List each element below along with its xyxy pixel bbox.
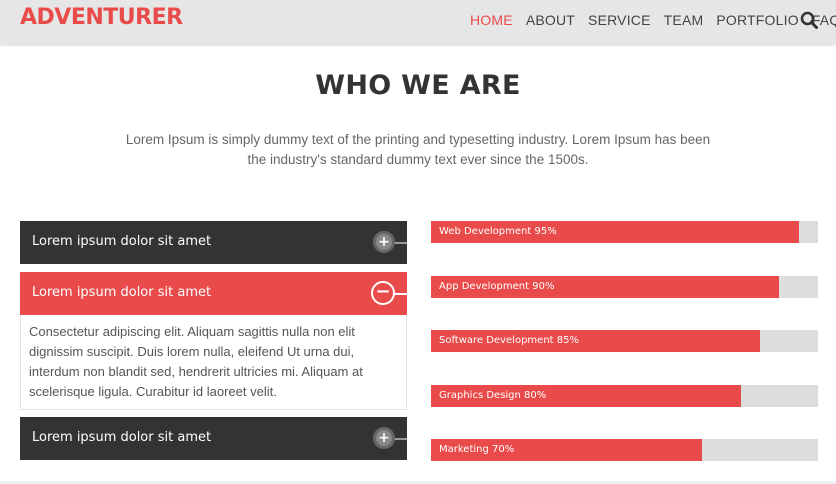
expand-icon[interactable]: + — [373, 231, 395, 253]
accordion-header-1[interactable]: Lorem ipsum dolor sit amet + — [20, 221, 407, 264]
accordion-title: Lorem ipsum dolor sit amet — [32, 430, 212, 445]
nav-item-team[interactable]: TEAM — [664, 12, 704, 28]
accordion-title: Lorem ipsum dolor sit amet — [32, 234, 212, 249]
skill-label: Web Development 95% — [439, 226, 557, 237]
accordion-header-2[interactable]: Lorem ipsum dolor sit amet − — [20, 272, 407, 315]
search-icon[interactable] — [800, 11, 818, 29]
section-intro: Lorem Ipsum is simply dummy text of the … — [125, 132, 711, 167]
site-header: ADVENTURER HOME ABOUT SERVICE TEAM PORTF… — [0, 0, 836, 44]
nav-item-portfolio[interactable]: PORTFOLIO — [716, 12, 798, 28]
skill-label: Graphics Design 80% — [439, 390, 547, 401]
nav-item-home[interactable]: HOME — [470, 12, 513, 28]
skill-bar-marketing: Marketing 70% — [431, 439, 818, 461]
skill-label: App Development 90% — [439, 281, 555, 292]
accordion-body-2: Consectetur adipiscing elit. Aliquam sag… — [20, 315, 407, 410]
nav-item-about[interactable]: ABOUT — [526, 12, 575, 28]
expand-icon[interactable]: + — [373, 427, 395, 449]
collapse-icon[interactable]: − — [371, 281, 395, 305]
skill-bar-graphics-design: Graphics Design 80% — [431, 385, 818, 407]
brand-logo[interactable]: ADVENTURER — [20, 5, 183, 30]
accordion-title: Lorem ipsum dolor sit amet — [32, 285, 212, 300]
skill-label: Marketing 70% — [439, 444, 515, 455]
skill-label: Software Development 85% — [439, 335, 579, 346]
section-title: WHO WE ARE — [315, 70, 521, 101]
accordion-header-3[interactable]: Lorem ipsum dolor sit amet + — [20, 417, 407, 460]
skill-bar-web-development: Web Development 95% — [431, 221, 818, 243]
skill-bar-app-development: App Development 90% — [431, 276, 818, 298]
nav-item-service[interactable]: SERVICE — [588, 12, 651, 28]
skill-bar-software-development: Software Development 85% — [431, 330, 818, 352]
main-nav: HOME ABOUT SERVICE TEAM PORTFOLIO FAQ — [470, 12, 836, 28]
